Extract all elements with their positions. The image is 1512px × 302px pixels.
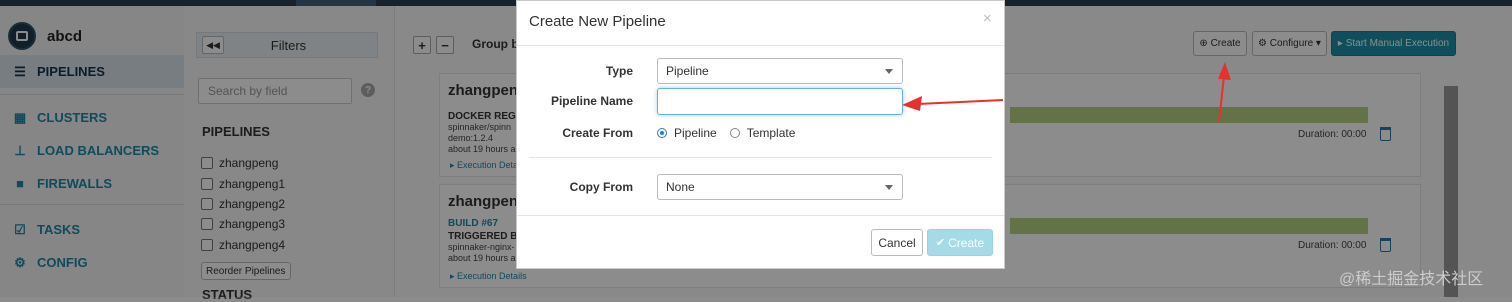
arrow-to-name-input-icon [902,96,1004,111]
arrow-to-create-button-icon [1218,62,1231,123]
annotation-arrows [902,62,1231,123]
watermark: @稀土掘金技术社区 [1339,271,1484,288]
